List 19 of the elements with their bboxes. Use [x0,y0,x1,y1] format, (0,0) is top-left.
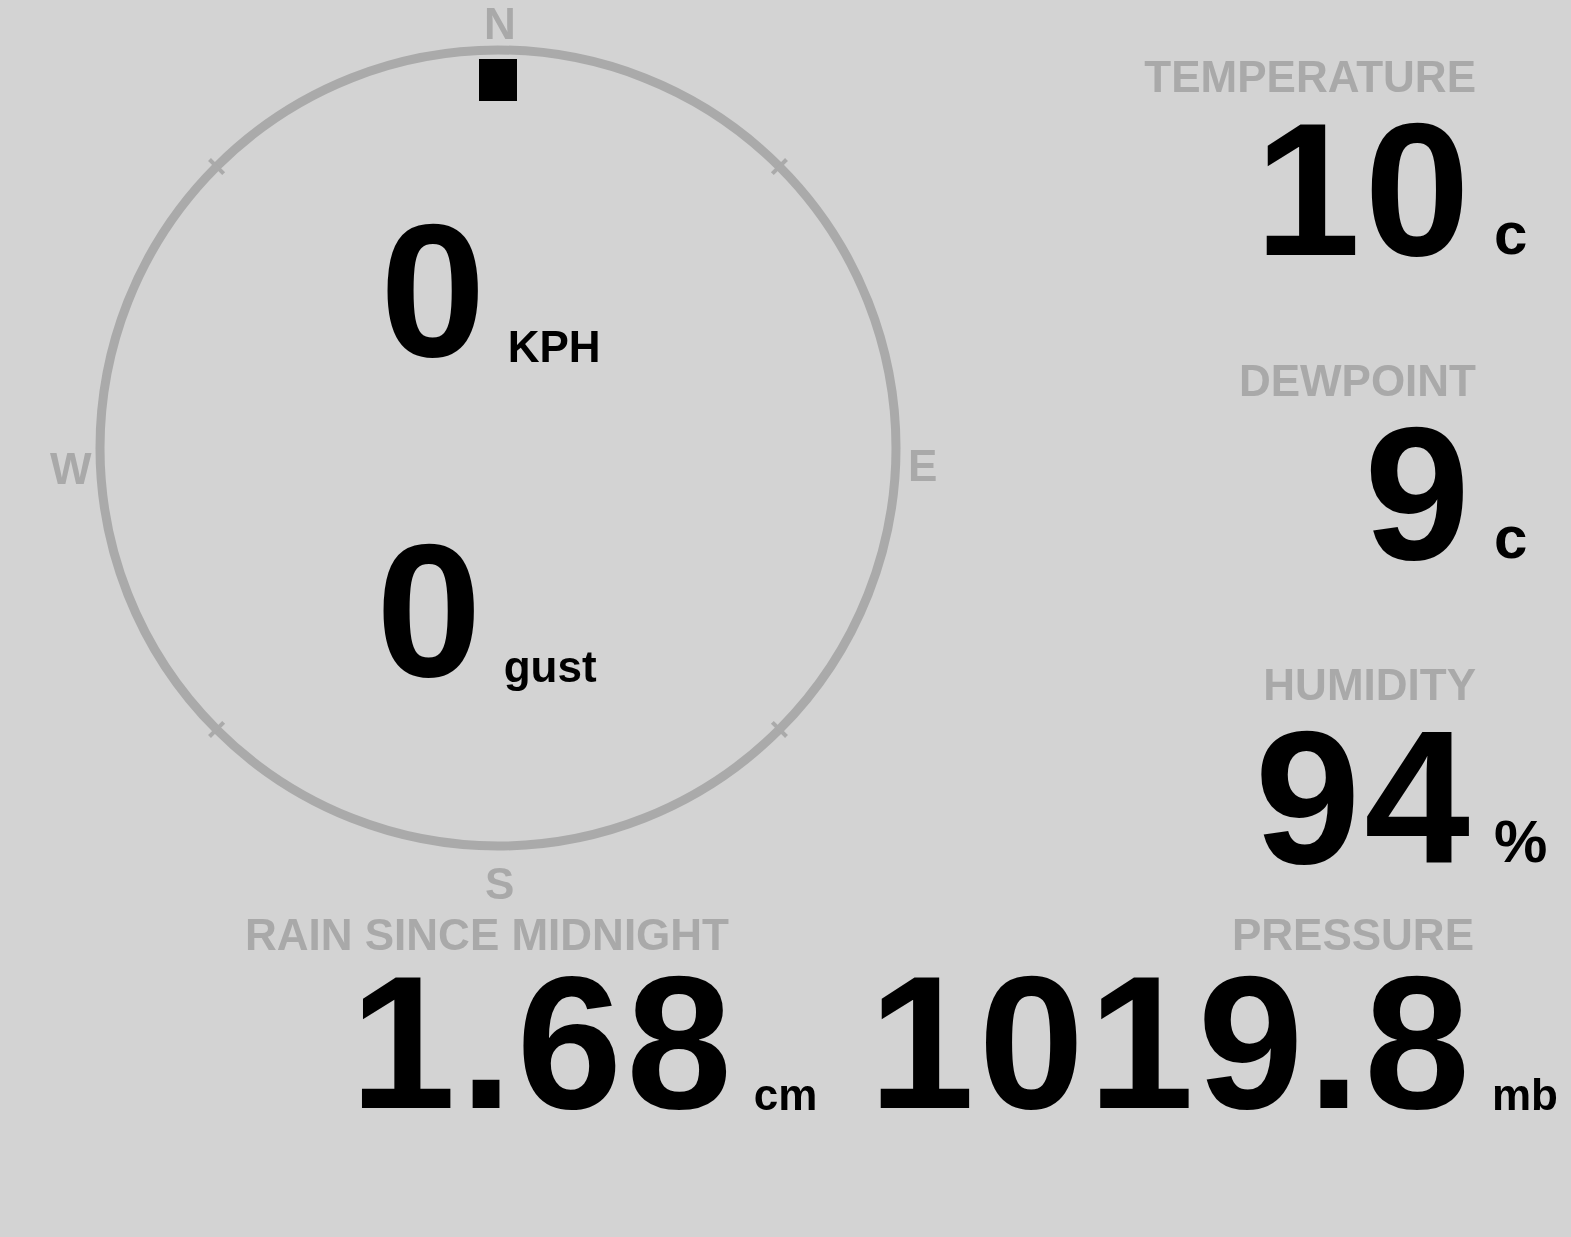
pressure-unit: mb [1491,1073,1556,1117]
rain-value: 1.68 [350,967,736,1117]
tick-mark [770,720,788,738]
rain-unit: cm [753,1073,818,1117]
gust-unit: gust [503,645,597,689]
gust-speed-value: 0 [376,535,486,685]
pressure-value: 1019.8 [867,967,1474,1117]
direction-marker [479,59,517,101]
wind-speed-value: 0 [380,215,490,365]
wind-speed-unit: KPH [507,325,601,369]
reading-value: 10 [1254,114,1474,264]
reading-value: 9 [1364,418,1474,568]
reading-unit: c [1493,508,1529,568]
reading-unit: % [1493,812,1549,872]
tick-mark [770,158,788,176]
reading-value: 94 [1253,722,1474,872]
tick-mark [208,158,226,176]
tick-mark [208,720,226,738]
reading-unit: c [1493,204,1529,264]
